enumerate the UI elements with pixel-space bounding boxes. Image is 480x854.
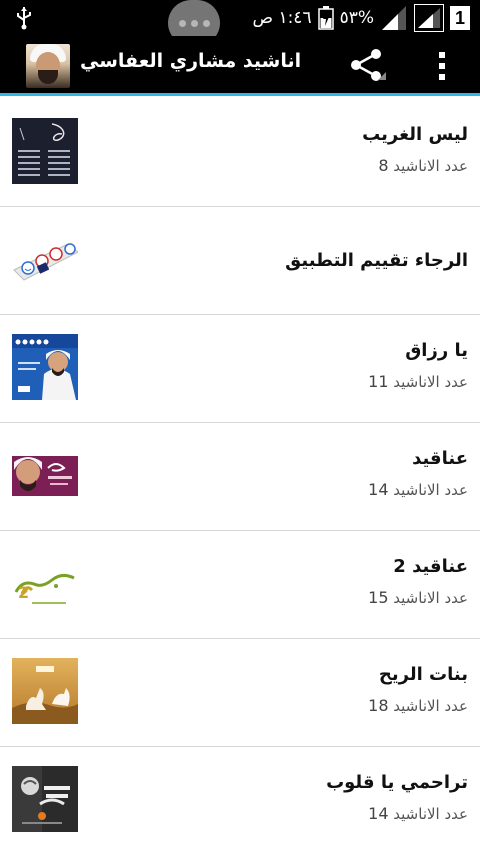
count-label: عدد الاناشيد bbox=[393, 589, 468, 607]
action-bar: اناشيد مشاري العفاسي bbox=[0, 36, 480, 96]
count-value: 14 bbox=[368, 804, 389, 823]
status-bar: ١:٤٦ ص ٥٣% 1 bbox=[0, 0, 480, 46]
album-list: ليس الغريب عدد الاناشيد 8 الرجاء تقييم ا… bbox=[0, 99, 480, 854]
item-count: عدد الاناشيد 14 bbox=[368, 804, 468, 823]
count-value: 8 bbox=[378, 156, 389, 175]
item-title: ليس الغريب bbox=[362, 124, 468, 145]
album-cover bbox=[12, 658, 78, 724]
list-item[interactable]: ليس الغريب عدد الاناشيد 8 bbox=[0, 99, 480, 207]
signal-icon bbox=[418, 8, 440, 28]
album-cover bbox=[12, 442, 78, 508]
album-cover bbox=[12, 334, 78, 400]
usb-icon bbox=[17, 7, 31, 30]
list-item[interactable]: يا رزاق عدد الاناشيد 11 bbox=[0, 315, 480, 423]
status-time: ١:٤٦ ص bbox=[252, 8, 312, 28]
item-title: تراحمي يا قلوب bbox=[326, 772, 468, 793]
count-label: عدد الاناشيد bbox=[393, 697, 468, 715]
list-item[interactable]: الرجاء تقييم التطبيق bbox=[0, 207, 480, 315]
sim-icon: 1 bbox=[450, 6, 470, 30]
count-label: عدد الاناشيد bbox=[393, 481, 468, 499]
count-value: 18 bbox=[368, 696, 389, 715]
share-icon[interactable] bbox=[348, 48, 388, 84]
signal-box bbox=[414, 4, 444, 32]
item-title: عناقيد 2 bbox=[393, 556, 468, 577]
item-title: بنات الريح bbox=[378, 664, 468, 685]
count-value: 11 bbox=[368, 372, 389, 391]
app-title: اناشيد مشاري العفاسي bbox=[80, 50, 302, 72]
item-title: عناقيد bbox=[412, 448, 468, 469]
count-label: عدد الاناشيد bbox=[393, 805, 468, 823]
rate-app-image bbox=[12, 226, 78, 292]
item-title: يا رزاق bbox=[405, 340, 468, 361]
count-label: عدد الاناشيد bbox=[393, 373, 468, 391]
item-title: الرجاء تقييم التطبيق bbox=[285, 250, 468, 271]
count-value: 15 bbox=[368, 588, 389, 607]
item-count: عدد الاناشيد 15 bbox=[368, 588, 468, 607]
signal-icon bbox=[382, 6, 406, 30]
item-count: عدد الاناشيد 14 bbox=[368, 480, 468, 499]
list-item[interactable]: عناقيد عدد الاناشيد 14 bbox=[0, 423, 480, 531]
list-item[interactable]: 2 عناقيد 2 عدد الاناشيد 15 bbox=[0, 531, 480, 639]
count-label: عدد الاناشيد bbox=[393, 157, 468, 175]
overflow-menu-icon[interactable] bbox=[432, 48, 452, 84]
album-cover bbox=[12, 118, 78, 184]
item-count: عدد الاناشيد 18 bbox=[368, 696, 468, 715]
svg-text:2: 2 bbox=[18, 583, 29, 602]
battery-icon bbox=[317, 6, 334, 30]
item-count: عدد الاناشيد 11 bbox=[368, 372, 468, 391]
list-item[interactable]: تراحمي يا قلوب عدد الاناشيد 14 bbox=[0, 747, 480, 854]
album-cover bbox=[12, 766, 78, 832]
battery-percent: ٥٣% bbox=[339, 8, 374, 28]
app-avatar bbox=[26, 44, 70, 88]
album-cover: 2 bbox=[12, 550, 78, 616]
item-count: عدد الاناشيد 8 bbox=[378, 156, 468, 175]
list-item[interactable]: بنات الريح عدد الاناشيد 18 bbox=[0, 639, 480, 747]
count-value: 14 bbox=[368, 480, 389, 499]
